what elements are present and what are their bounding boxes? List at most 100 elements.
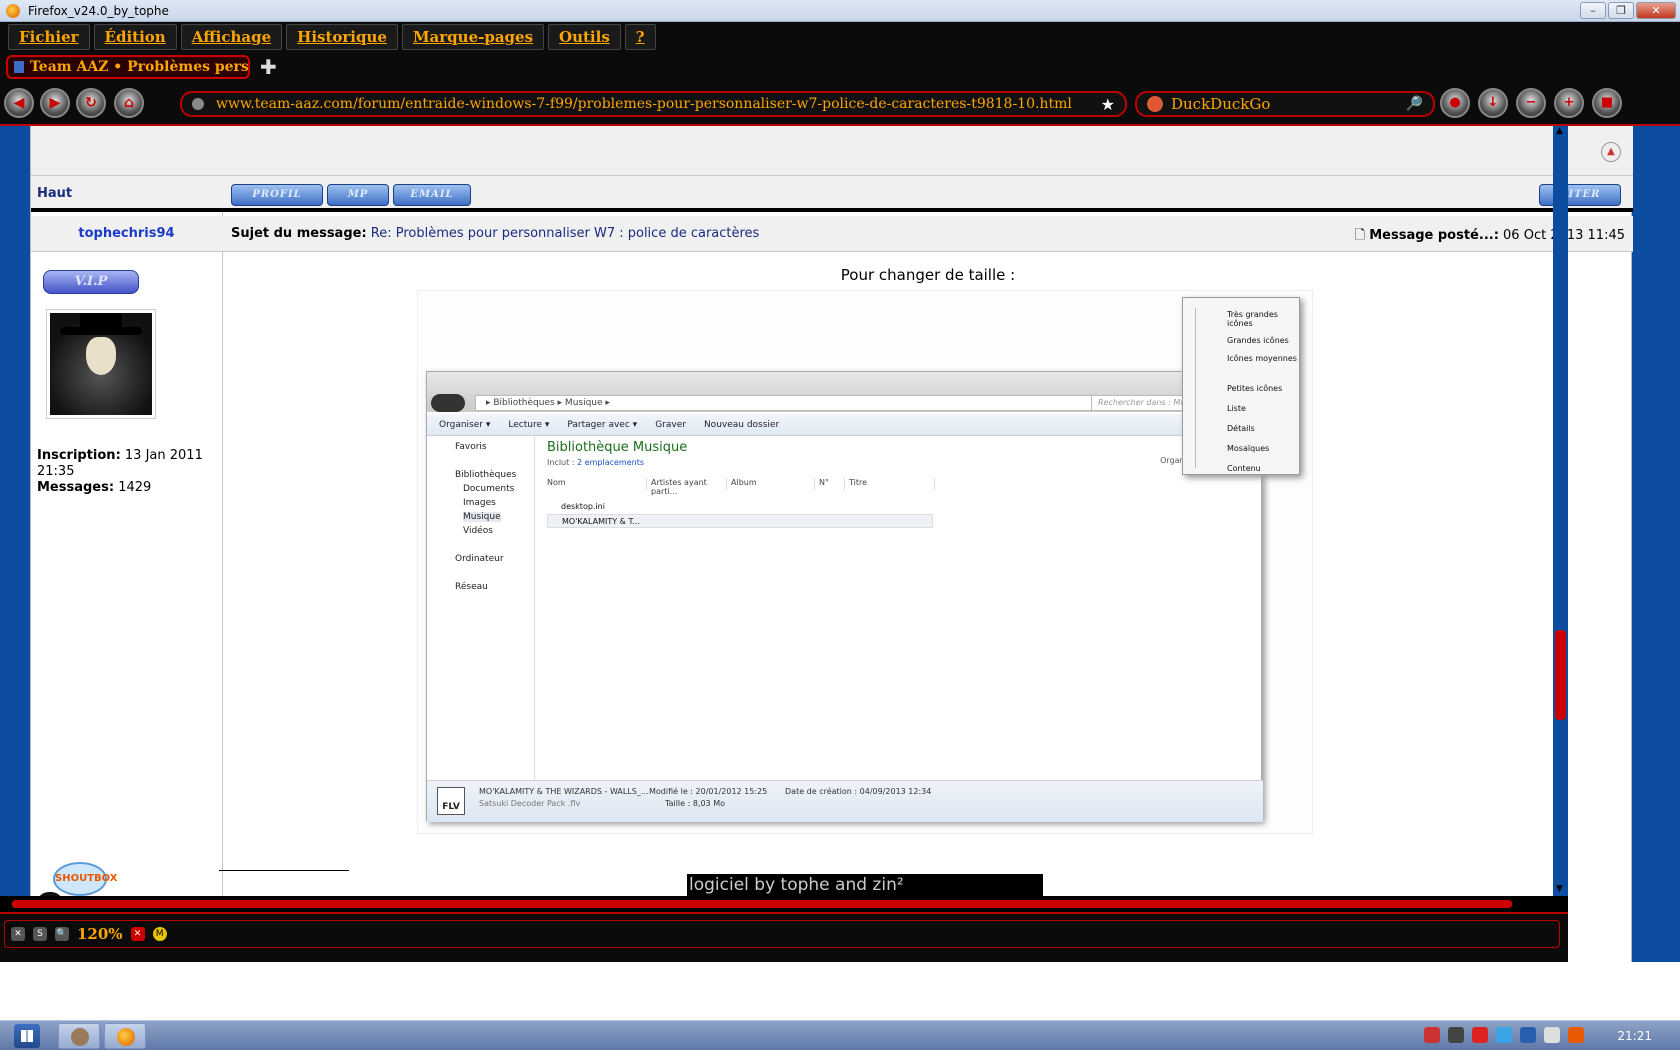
scroll-up-icon[interactable]: ▲ (1556, 126, 1563, 136)
scroll-down-icon[interactable]: ▼ (1556, 884, 1563, 894)
tray-icon-5[interactable] (1520, 1027, 1536, 1043)
tab-label: Team AAZ • Problèmes perso... (30, 59, 250, 75)
email-button[interactable]: EMAIL (393, 184, 471, 206)
windows-taskbar: 21:21 (0, 1020, 1680, 1050)
reload-button[interactable]: ↻ (76, 88, 106, 118)
tray-icon-3[interactable] (1472, 1027, 1488, 1043)
back-to-top-icon[interactable]: ▲ (1601, 142, 1621, 162)
network-icon[interactable] (1544, 1027, 1560, 1043)
search-bar[interactable]: DuckDuckGo 🔎 (1135, 91, 1435, 117)
app-icon (71, 1028, 89, 1046)
zoom-in-icon[interactable]: + (1554, 88, 1584, 118)
page-style-icon[interactable]: S (33, 927, 47, 941)
menu-edition[interactable]: Édition (93, 24, 177, 50)
forward-arrow-icon: ▶ (49, 95, 61, 111)
rank-badge: V.I.P (43, 270, 139, 294)
home-button[interactable]: ⌂ (114, 88, 144, 118)
tray-icon-4[interactable] (1496, 1027, 1512, 1043)
block-icon[interactable]: ✕ (130, 927, 145, 941)
explorer-window: ▸ Bibliothèques ▸ Musique ▸ Rechercher d… (426, 371, 1263, 822)
forum-table: ▲ Haut PROFIL MP EMAIL CITER tophechris9… (30, 126, 1633, 962)
explorer-toolbar: Organiser ▾ Lecture ▾ Partager avec ▾ Gr… (427, 414, 1263, 436)
horizontal-scrollbar[interactable] (0, 896, 1568, 912)
post-date: 🗋 Message posté...: 06 Oct 2013 11:45 (1355, 226, 1625, 248)
clock[interactable]: 21:21 (1617, 1029, 1652, 1043)
back-button[interactable]: ◀ (4, 88, 34, 118)
tab-bar: Team AAZ • Problèmes perso... ✚ (0, 52, 1680, 82)
forward-button[interactable]: ▶ (40, 88, 70, 118)
window-controls: – ❐ ✕ (1580, 2, 1676, 19)
haut-link[interactable]: Haut (37, 186, 72, 201)
addon-m-icon[interactable]: M (152, 927, 167, 941)
taskbar-app-1[interactable] (58, 1023, 100, 1049)
url-bar[interactable]: www.team-aaz.com/forum/entraide-windows-… (180, 91, 1127, 117)
post-subject: Sujet du message: Re: Problèmes pour per… (231, 226, 759, 241)
zoom-out-icon[interactable]: − (1516, 88, 1546, 118)
menu-affichage[interactable]: Affichage (180, 24, 283, 50)
profil-button[interactable]: PROFIL (231, 184, 323, 206)
zoom-icon[interactable]: 🔍 (55, 927, 69, 941)
firefox-logo-icon (6, 3, 20, 18)
bookmark-star-icon[interactable]: ★ (1101, 95, 1115, 114)
signature-separator (219, 870, 349, 871)
tray-icon-2[interactable] (1448, 1027, 1464, 1043)
post-doc-icon[interactable]: 🗋 (1355, 228, 1365, 243)
addon-icon-1[interactable]: ● (1440, 88, 1470, 118)
menu-historique[interactable]: Historique (286, 24, 398, 50)
subject-label: Sujet du message: (231, 226, 367, 241)
tray-icon-1[interactable] (1424, 1027, 1440, 1043)
close-button[interactable]: ✕ (1636, 2, 1676, 19)
signature-banner[interactable]: logiciel by tophe and zin² (687, 874, 1043, 898)
firefox-icon (117, 1028, 135, 1046)
search-engine-name[interactable]: DuckDuckGo (1171, 95, 1406, 113)
back-arrow-icon: ◀ (13, 95, 25, 111)
post-body-text: Pour changer de taille : (840, 266, 1016, 284)
tab-team-aaz[interactable]: Team AAZ • Problèmes perso... (6, 55, 250, 79)
menu-bar: Fichier Édition Affichage Historique Mar… (0, 22, 1680, 52)
search-icon[interactable]: 🔎 (1406, 96, 1423, 112)
menu-marque-pages[interactable]: Marque-pages (401, 24, 545, 50)
view-context-menu: Très grandes icônes Grandes icônes Icône… (1182, 297, 1300, 475)
author-profile-info: Inscription: 13 Jan 2011 21:35 Messages:… (37, 448, 217, 496)
explorer-sidebar: Favoris Bibliothèques Documents Images M… (427, 436, 535, 780)
duckduckgo-icon[interactable] (1147, 96, 1163, 112)
site-identity-icon[interactable] (192, 98, 204, 110)
post-header-row: tophechris94 Sujet du message: Re: Probl… (31, 216, 1633, 252)
explorer-address: ▸ Bibliothèques ▸ Musique ▸ (475, 395, 1115, 411)
downloads-icon[interactable]: ↓ (1478, 88, 1508, 118)
inscription-label: Inscription: (37, 448, 121, 463)
maximize-button[interactable]: ❐ (1608, 2, 1634, 19)
toolbar-addon-icons: ● ↓ − + ■ (1440, 88, 1622, 118)
post-author[interactable]: tophechris94 (31, 226, 222, 241)
minimize-button[interactable]: – (1580, 2, 1606, 19)
menu-fichier[interactable]: Fichier (8, 24, 90, 50)
window-titlebar: Firefox_v24.0_by_tophe – ❐ ✕ (0, 0, 1680, 22)
menu-outils[interactable]: Outils (548, 24, 621, 50)
home-icon: ⌂ (123, 95, 135, 111)
menu-help[interactable]: ? (624, 24, 656, 50)
taskbar-firefox[interactable] (104, 1023, 146, 1049)
zoom-level[interactable]: 120% (77, 925, 123, 943)
avatar-image (50, 313, 152, 415)
url-text[interactable]: www.team-aaz.com/forum/entraide-windows-… (216, 96, 1097, 112)
embedded-screenshot[interactable]: ▸ Bibliothèques ▸ Musique ▸ Rechercher d… (417, 290, 1313, 834)
new-tab-button[interactable]: ✚ (260, 57, 277, 77)
window-title: Firefox_v24.0_by_tophe (28, 3, 169, 18)
post-actions-row: Haut PROFIL MP EMAIL CITER (31, 176, 1633, 212)
explorer-nav-icon (431, 394, 465, 412)
horizontal-scroll-thumb[interactable] (12, 900, 1512, 908)
subject-text[interactable]: Re: Problèmes pour personnaliser W7 : po… (371, 226, 760, 241)
volume-icon[interactable] (1568, 1027, 1584, 1043)
citer-button[interactable]: CITER (1539, 184, 1621, 206)
vertical-scroll-thumb[interactable] (1555, 630, 1566, 720)
messages-count: 1429 (118, 480, 152, 495)
page-content: ▲ Haut PROFIL MP EMAIL CITER tophechris9… (0, 126, 1680, 962)
explorer-main: Bibliothèque Musique Inclut : 2 emplacem… (547, 440, 1215, 528)
start-button[interactable] (14, 1024, 40, 1048)
status-bar: ✕ S 🔍 120% ✕ M (0, 912, 1568, 962)
shoutbox-label: SHOUTBOX (53, 862, 118, 896)
mp-button[interactable]: MP (327, 184, 389, 206)
close-statusbar-icon[interactable]: ✕ (11, 927, 25, 941)
addon-icon-2[interactable]: ■ (1592, 88, 1622, 118)
vertical-scrollbar[interactable]: ▲ ▼ (1553, 126, 1568, 896)
